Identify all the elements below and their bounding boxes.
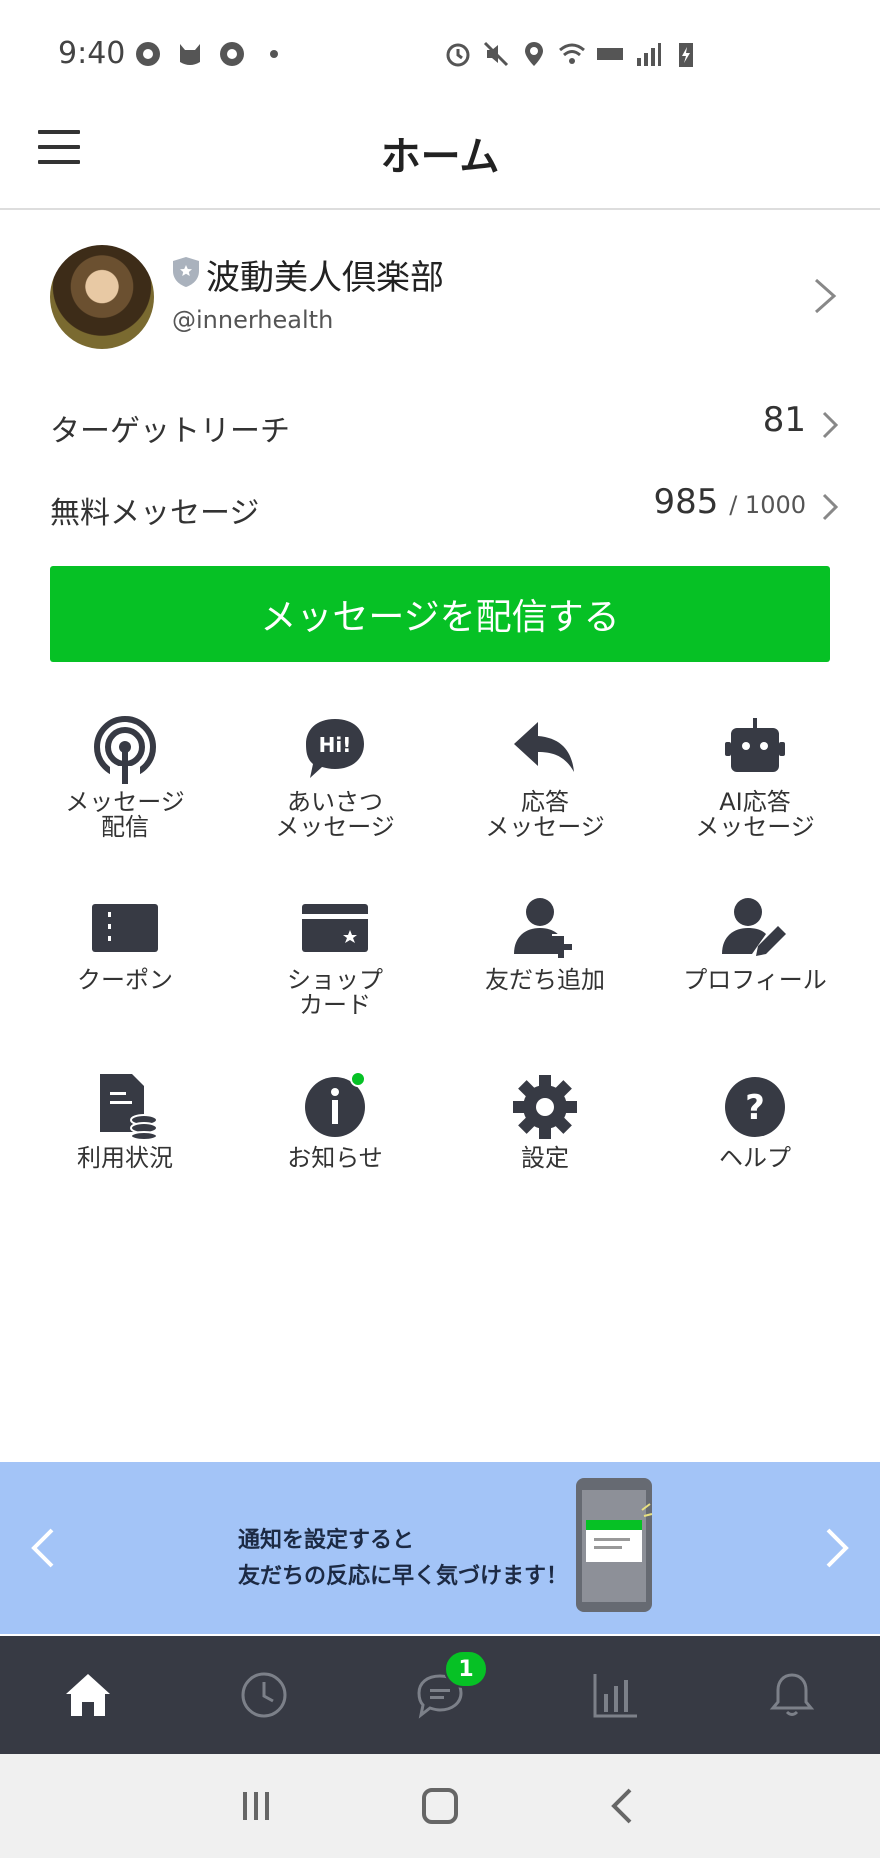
home-icon — [66, 1674, 110, 1716]
free-messages-row[interactable]: 無料メッセージ 985 / 1000 — [50, 476, 840, 536]
nav-notifications[interactable] — [704, 1636, 880, 1754]
tile-ai-reply[interactable]: AI応答 メッセージ — [650, 714, 860, 892]
tile-label: 設定 — [521, 1144, 569, 1172]
info-icon — [305, 1071, 366, 1137]
account-id: @innerhealth — [172, 306, 334, 334]
tile-label: メッセージ 配信 — [65, 788, 185, 841]
chrome-icon — [220, 42, 244, 66]
wifi-icon — [559, 43, 585, 64]
signal-icon — [637, 43, 661, 66]
tile-label: プロフィール — [683, 966, 827, 994]
usage-report-icon — [100, 1074, 158, 1140]
tile-label: 友だち追加 — [485, 966, 605, 994]
add-user-icon — [514, 898, 572, 958]
nav-home[interactable] — [0, 1636, 176, 1754]
svg-text:?: ? — [745, 1088, 765, 1128]
free-messages-value: 985 / 1000 — [653, 482, 806, 522]
chart-icon — [593, 1674, 637, 1718]
volte-icon — [597, 48, 623, 60]
tile-auto-reply[interactable]: 応答 メッセージ — [440, 714, 650, 892]
card-icon — [302, 904, 368, 952]
tile-label: あいさつ メッセージ — [275, 788, 395, 841]
recent-apps-icon[interactable] — [234, 1784, 278, 1828]
system-nav-bar — [0, 1754, 880, 1858]
banner-text-line2: 友だちの反応に早く気づけます！ — [238, 1564, 569, 1589]
chevron-right-icon — [822, 411, 839, 439]
cat-icon — [180, 44, 200, 65]
notification-banner[interactable]: 通知を設定すると 友だちの反応に早く気づけます！ — [0, 1462, 880, 1634]
tile-coupon[interactable]: クーポン — [20, 892, 230, 1070]
location-icon — [525, 42, 543, 66]
bell-icon — [769, 1673, 815, 1716]
tile-label: AI応答 メッセージ — [695, 788, 815, 841]
verified-shield-icon — [173, 257, 199, 287]
status-time: 9:40 — [58, 36, 126, 71]
app-header: ホーム — [0, 100, 880, 210]
tile-profile[interactable]: プロフィール — [650, 892, 860, 1070]
chat-badge: 1 — [444, 1650, 488, 1688]
reply-arrow-icon — [514, 722, 574, 772]
home-button-icon[interactable] — [418, 1784, 462, 1828]
clock-icon — [241, 1672, 287, 1718]
feature-grid: メッセージ 配信 Hi! あいさつ メッセージ 応答 メッセージ AI応答 メッ… — [20, 714, 860, 1248]
banner-text-line1: 通知を設定すると — [238, 1528, 415, 1553]
status-bar: 9:40 — [0, 0, 880, 110]
tile-help[interactable]: ? ヘルプ — [650, 1070, 860, 1248]
gear-icon — [513, 1075, 577, 1139]
tile-label: お知らせ — [287, 1144, 383, 1172]
tile-label: 利用状況 — [77, 1144, 173, 1172]
nav-chat[interactable]: 1 — [352, 1636, 528, 1754]
tile-message-broadcast[interactable]: メッセージ 配信 — [20, 714, 230, 892]
broadcast-icon — [94, 716, 156, 784]
tile-label: ショップ カード — [287, 966, 383, 1019]
phone-illustration-icon — [576, 1478, 653, 1612]
tile-label: ヘルプ — [719, 1144, 791, 1172]
tile-greeting-message[interactable]: Hi! あいさつ メッセージ — [230, 714, 440, 892]
tile-settings[interactable]: 設定 — [440, 1070, 650, 1248]
account-name: 波動美人倶楽部 — [206, 258, 444, 298]
robot-icon — [725, 718, 785, 772]
mute-icon — [483, 41, 509, 67]
target-reach-row[interactable]: ターゲットリーチ 81 — [50, 394, 840, 454]
bottom-nav: 1 — [0, 1636, 880, 1754]
free-messages-label: 無料メッセージ — [50, 496, 260, 531]
send-message-button[interactable]: メッセージを配信する — [50, 566, 830, 662]
target-reach-value: 81 — [762, 400, 806, 440]
battery-charging-icon — [679, 43, 693, 67]
tile-notices[interactable]: お知らせ — [230, 1070, 440, 1248]
tile-label: 応答 メッセージ — [485, 788, 605, 841]
free-messages-limit: / 1000 — [729, 491, 806, 519]
tile-label: クーポン — [77, 966, 173, 994]
account-card[interactable]: 波動美人倶楽部 @innerhealth — [50, 240, 840, 350]
tile-shop-card[interactable]: ショップ カード — [230, 892, 440, 1070]
nav-timeline[interactable] — [176, 1636, 352, 1754]
nav-analytics[interactable] — [528, 1636, 704, 1754]
chevron-right-icon — [815, 278, 837, 314]
edit-user-icon — [722, 898, 786, 956]
target-reach-label: ターゲットリーチ — [50, 414, 290, 449]
hi-bubble-icon: Hi! — [306, 719, 364, 778]
free-messages-count: 985 — [653, 482, 719, 522]
ticket-icon — [92, 904, 158, 952]
page-title: ホーム — [380, 134, 500, 180]
avatar — [50, 245, 154, 349]
chevron-right-icon — [822, 493, 839, 521]
chevron-right-icon[interactable] — [822, 1526, 852, 1570]
back-icon[interactable] — [602, 1784, 646, 1828]
tile-usage[interactable]: 利用状況 — [20, 1070, 230, 1248]
chrome-icon — [136, 42, 160, 66]
tile-add-friend[interactable]: 友だち追加 — [440, 892, 650, 1070]
help-icon: ? — [725, 1077, 785, 1137]
dot-icon — [270, 50, 278, 58]
alarm-icon — [446, 43, 470, 67]
chevron-left-icon[interactable] — [28, 1526, 58, 1570]
svg-text:Hi!: Hi! — [319, 733, 352, 757]
